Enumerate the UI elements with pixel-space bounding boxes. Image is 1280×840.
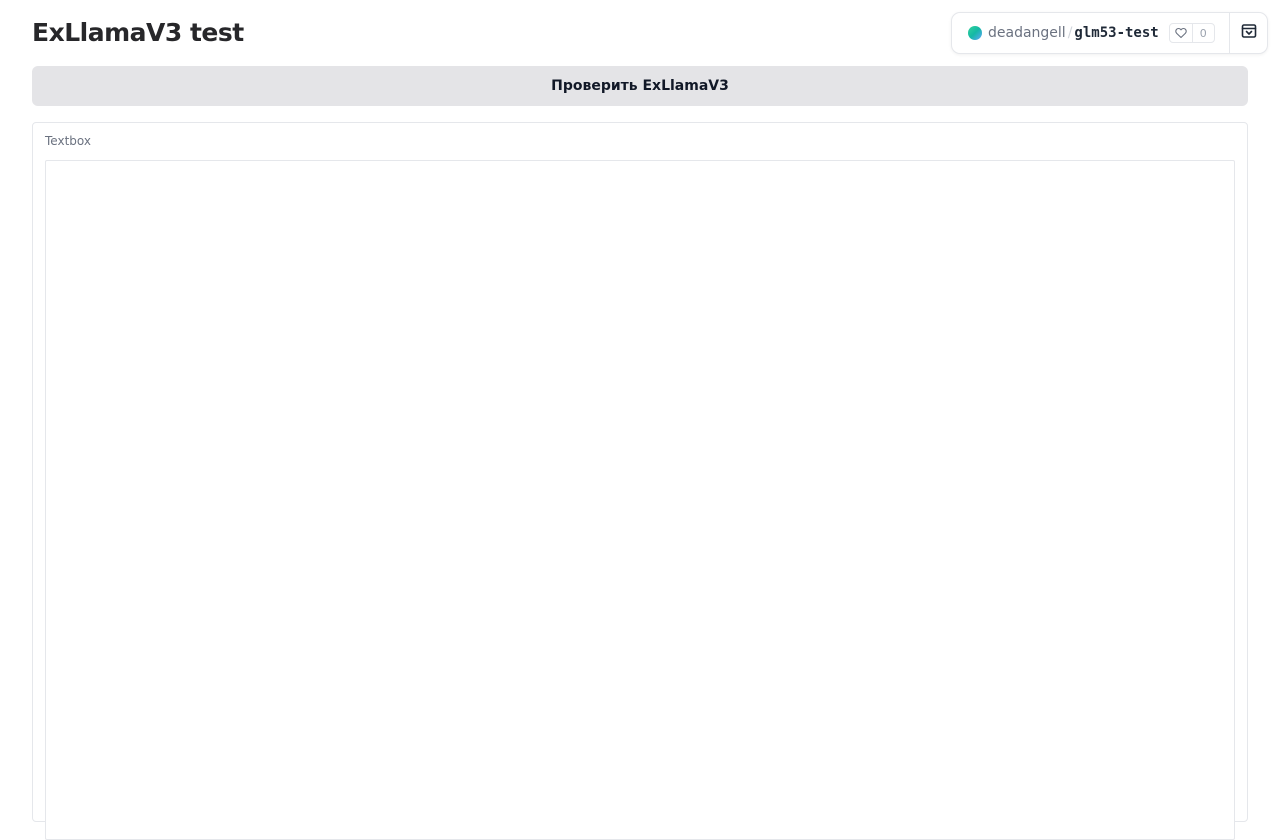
textbox-label: Textbox <box>45 134 91 148</box>
like-count: 0 <box>1199 26 1207 40</box>
output-textbox[interactable] <box>45 160 1235 840</box>
collapse-header-icon <box>1241 23 1257 43</box>
space-name[interactable]: glm53-test <box>1074 25 1158 41</box>
heart-icon <box>1170 24 1193 42</box>
space-owner[interactable]: deadangell <box>988 25 1066 41</box>
like-button[interactable]: 0 <box>1168 23 1215 43</box>
space-separator: / <box>1067 25 1073 41</box>
space-link[interactable]: deadangell / glm53-test 0 <box>952 13 1229 53</box>
collapse-header-button[interactable] <box>1229 13 1267 53</box>
space-header: deadangell / glm53-test 0 <box>951 12 1268 54</box>
page-title: ExLlamaV3 test <box>32 18 244 47</box>
check-exllamav3-button[interactable]: Проверить ExLlamaV3 <box>32 66 1248 106</box>
textbox-block: Textbox <box>32 122 1248 840</box>
space-avatar-icon <box>968 26 982 40</box>
